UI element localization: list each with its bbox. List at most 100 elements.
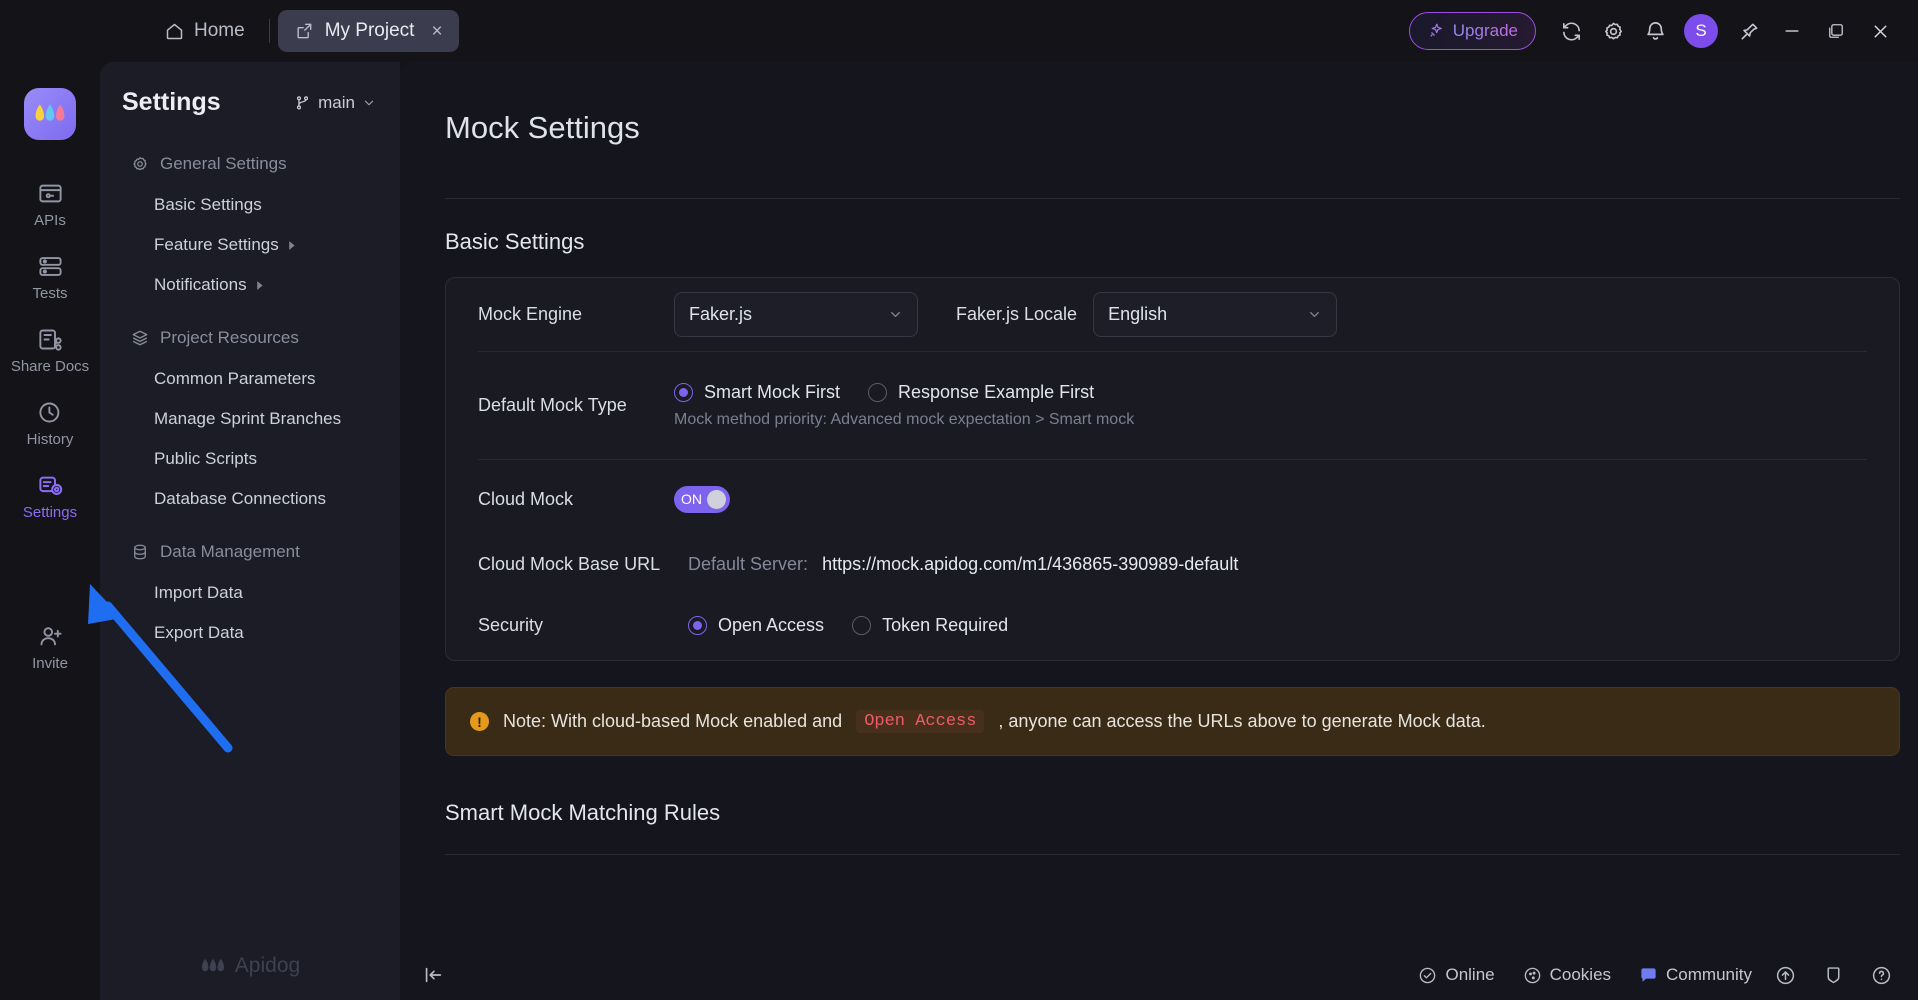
apidog-brand-icon <box>200 956 226 976</box>
rail-item-apis-label: APIs <box>34 212 66 229</box>
nav-item-feature-settings[interactable]: Feature Settings <box>100 225 400 265</box>
rail-item-share-docs-label: Share Docs <box>10 358 90 375</box>
close-tab-icon[interactable]: × <box>431 22 442 41</box>
radio-open-access[interactable]: Open Access <box>688 615 824 636</box>
tab-home[interactable]: Home <box>148 11 261 51</box>
titlebar-actions: Upgrade S <box>1408 9 1918 53</box>
rail-item-tests-label: Tests <box>32 285 68 302</box>
note-banner: ! Note: With cloud-based Mock enabled an… <box>445 687 1900 756</box>
chevron-down-icon <box>362 96 376 110</box>
nav-gap <box>100 519 400 531</box>
nav-item-import-data[interactable]: Import Data <box>100 573 400 613</box>
nav-group-data-management[interactable]: Data Management <box>100 531 400 573</box>
upload-icon[interactable] <box>1770 960 1800 990</box>
row-mock-engine: Mock Engine Faker.js Faker.js Locale Eng… <box>478 278 1867 352</box>
default-server-label: Default Server: <box>688 553 809 574</box>
close-window-button[interactable] <box>1858 9 1902 53</box>
history-icon <box>37 399 64 426</box>
collapse-sidebar-button[interactable] <box>422 964 444 986</box>
security-body: Open Access Token Required <box>688 615 1867 636</box>
status-online[interactable]: Online <box>1418 965 1495 985</box>
nav-item-feature-settings-label: Feature Settings <box>154 235 279 254</box>
faker-locale-select[interactable]: English <box>1093 292 1338 337</box>
settings-panel: Settings main General Settings Basic Set… <box>100 62 400 1000</box>
tab-my-project[interactable]: My Project × <box>277 10 459 52</box>
ribbon-icon[interactable] <box>1818 960 1848 990</box>
avatar[interactable]: S <box>1684 14 1718 48</box>
rail-item-settings-label: Settings <box>22 504 78 521</box>
cloud-mock-base-url-body: Default Server: https://mock.apidog.com/… <box>688 554 1867 575</box>
radio-smart-mock-first[interactable]: Smart Mock First <box>674 382 840 403</box>
note-code: Open Access <box>856 710 985 733</box>
sync-icon[interactable] <box>1550 10 1592 52</box>
tab-my-project-label: My Project <box>324 20 415 41</box>
nav-item-basic-settings[interactable]: Basic Settings <box>100 185 400 225</box>
nav-item-public-scripts-label: Public Scripts <box>154 449 257 468</box>
cloud-mock-base-url-label: Cloud Mock Base URL <box>478 553 661 574</box>
nav-item-export-data[interactable]: Export Data <box>100 613 400 653</box>
nav-group-data-management-label: Data Management <box>160 542 300 561</box>
nav-group-general-settings[interactable]: General Settings <box>100 143 400 185</box>
radio-open-access-label: Open Access <box>718 614 825 635</box>
branch-selector[interactable]: main <box>294 93 376 113</box>
cloud-mock-base-url-value[interactable]: https://mock.apidog.com/m1/436865-390989… <box>822 554 1238 575</box>
toggle-knob <box>707 489 726 509</box>
chevron-down-icon <box>1307 307 1322 322</box>
minimize-button[interactable] <box>1770 9 1814 53</box>
gear-icon[interactable] <box>1592 10 1634 52</box>
section-title-basic-settings: Basic Settings <box>445 229 585 254</box>
cloud-mock-label: Cloud Mock <box>478 488 574 509</box>
panel-footer-brand: Apidog <box>100 954 400 978</box>
nav-item-manage-sprint-branches[interactable]: Manage Sprint Branches <box>100 399 400 439</box>
help-icon[interactable] <box>1866 960 1896 990</box>
section-title-smart-mock-matching-rules: Smart Mock Matching Rules <box>445 800 721 825</box>
status-community[interactable]: Community <box>1639 965 1752 985</box>
default-mock-type-radios: Smart Mock First Response Example First <box>674 382 1094 403</box>
nav-item-notifications[interactable]: Notifications <box>100 265 400 305</box>
default-mock-type-label: Default Mock Type <box>478 395 627 415</box>
rail-item-history[interactable]: History <box>8 389 92 458</box>
nav-group-project-resources-label: Project Resources <box>160 328 299 347</box>
note-suffix: , anyone can access the URLs above to ge… <box>998 711 1486 731</box>
nav-group-project-resources[interactable]: Project Resources <box>100 317 400 359</box>
invite-icon <box>37 623 64 650</box>
page-title: Mock Settings <box>445 110 640 145</box>
rail-item-settings[interactable]: Settings <box>8 462 92 531</box>
faker-locale-value: English <box>1108 304 1168 324</box>
panel-footer-brand-label: Apidog <box>234 954 301 977</box>
status-online-label: Online <box>1445 965 1495 984</box>
nav-item-notifications-label: Notifications <box>154 275 247 294</box>
radio-token-required[interactable]: Token Required <box>852 615 1008 636</box>
upgrade-button[interactable]: Upgrade <box>1408 12 1536 50</box>
check-circle-icon <box>1418 966 1437 985</box>
radio-indicator-unselected <box>852 615 872 635</box>
mock-engine-value: Faker.js <box>689 304 753 324</box>
nav-item-public-scripts[interactable]: Public Scripts <box>100 439 400 479</box>
maximize-button[interactable] <box>1814 9 1858 53</box>
radio-response-example-first[interactable]: Response Example First <box>868 382 1094 403</box>
nav-item-database-connections[interactable]: Database Connections <box>100 479 400 519</box>
mock-engine-select[interactable]: Faker.js <box>674 292 918 337</box>
tab-strip: Home My Project × <box>0 0 459 62</box>
rail-item-invite-label: Invite <box>32 655 68 672</box>
community-icon <box>1639 966 1658 985</box>
rail-item-apis[interactable]: APIs <box>8 170 92 239</box>
radio-indicator-unselected <box>868 383 888 402</box>
layers-icon <box>131 329 149 347</box>
rail-item-invite[interactable]: Invite <box>8 613 92 682</box>
rail-item-tests[interactable]: Tests <box>8 243 92 312</box>
status-cookies[interactable]: Cookies <box>1523 965 1611 985</box>
apidog-logo[interactable] <box>24 88 76 140</box>
tab-separator <box>268 19 270 43</box>
mock-engine-label: Mock Engine <box>478 304 583 324</box>
sparkle-icon <box>1427 22 1445 40</box>
faker-locale-label: Faker.js Locale <box>956 304 1078 324</box>
rail-item-share-docs[interactable]: Share Docs <box>8 316 92 385</box>
title-bar: Home My Project × Upgrade S <box>0 0 1918 62</box>
bell-icon[interactable] <box>1634 10 1676 52</box>
pin-icon[interactable] <box>1728 10 1770 52</box>
nav-item-common-parameters[interactable]: Common Parameters <box>100 359 400 399</box>
nav-group-general-settings-label: General Settings <box>160 154 287 173</box>
cloud-mock-toggle[interactable]: ON <box>674 485 730 513</box>
smart-mock-divider <box>445 854 1900 855</box>
